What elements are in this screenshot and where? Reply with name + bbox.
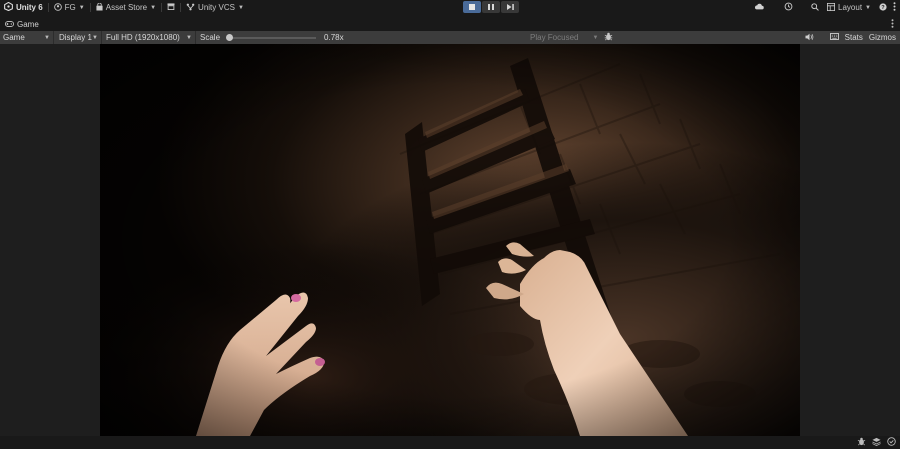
package-button[interactable] [163,1,179,14]
chevron-down-icon: ▼ [150,4,157,11]
stats-toggle[interactable]: Stats [845,33,863,42]
resolution-dropdown[interactable]: Full HD (1920x1080) ▼ [102,31,196,44]
package-icon [167,3,175,12]
layout-label: Layout [838,3,863,12]
toolbar-right: Layout ▼ ? [754,1,896,14]
status-bar [0,436,900,449]
game-render [100,44,800,436]
display-dropdown[interactable]: Display 1 ▼ [54,31,102,44]
game-viewport[interactable] [0,44,900,436]
toolbar-divider [161,3,163,12]
resolution-label: Full HD (1920x1080) [106,33,180,42]
pause-icon [488,3,494,12]
game-view-toolbar: Game ▼ Display 1 ▼ Full HD (1920x1080) ▼… [0,31,900,44]
pause-button[interactable] [482,1,500,13]
product-name: Unity 6 [16,3,43,12]
main-toolbar: Unity 6 FG ▼ Asset Store ▼ Unity VCS ▼ L… [0,0,900,15]
chevron-down-icon: ▼ [44,34,50,41]
step-button[interactable] [501,1,519,13]
debug-icon[interactable] [857,437,866,448]
svg-text:?: ? [881,5,885,11]
search-icon[interactable] [811,2,819,13]
notifications-icon[interactable] [887,437,896,448]
audio-icon[interactable] [805,33,814,43]
history-icon[interactable] [784,2,793,13]
keyboard-icon[interactable] [829,33,839,42]
stop-icon [469,3,475,12]
play-mode-dropdown[interactable]: Play Focused ▼ [530,31,613,44]
asset-store-icon [96,2,103,13]
game-scene-image [100,44,800,436]
view-mode-label: Game [3,33,25,42]
bug-icon[interactable] [604,32,613,43]
asset-store-dropdown[interactable]: Asset Store ▼ [92,1,160,14]
layout-icon [827,2,836,13]
scale-slider[interactable] [226,33,317,41]
toolbar-divider [180,3,182,12]
vcs-icon [186,3,195,13]
help-icon[interactable]: ? [879,2,887,13]
chevron-down-icon: ▼ [865,4,871,11]
chevron-down-icon: ▼ [186,34,192,41]
layout-dropdown[interactable]: Layout ▼ [825,1,873,14]
asset-store-label: Asset Store [105,3,148,12]
gizmos-toggle[interactable]: Gizmos [869,33,896,42]
cloud-icon[interactable] [754,3,764,12]
game-toolbar-right: Stats Gizmos [805,31,896,44]
layers-icon[interactable] [872,437,881,448]
tab-label: Game [17,19,39,29]
unity-logo-icon [4,1,13,13]
account-label: FG [64,3,76,12]
more-icon[interactable] [893,2,896,13]
account-icon [53,2,62,13]
toolbar-divider [89,3,91,12]
play-controls [463,1,519,13]
play-mode-label: Play Focused [530,33,579,42]
scale-value: 0.78x [324,33,344,42]
tab-options-button[interactable] [891,19,894,30]
chevron-down-icon: ▼ [78,4,85,11]
chevron-down-icon: ▼ [592,34,599,41]
step-icon [506,3,514,12]
toolbar-divider [47,3,49,12]
status-icons [857,437,896,448]
chevron-down-icon: ▼ [92,34,98,41]
display-label: Display 1 [59,33,92,42]
gamepad-icon [5,20,14,29]
scale-label: Scale [200,33,221,42]
tab-game[interactable]: Game [0,17,44,31]
unity-menu[interactable]: Unity 6 [0,1,47,14]
tab-strip: Game [0,17,900,31]
play-button[interactable] [463,1,481,13]
scale-slider-handle[interactable] [226,33,234,41]
account-dropdown[interactable]: FG ▼ [50,1,89,14]
more-icon [891,19,894,30]
vcs-label: Unity VCS [198,3,235,12]
scale-control: Scale 0.78x [196,33,348,42]
view-mode-dropdown[interactable]: Game ▼ [0,31,54,44]
chevron-down-icon: ▼ [237,4,244,11]
vcs-dropdown[interactable]: Unity VCS ▼ [182,1,248,14]
